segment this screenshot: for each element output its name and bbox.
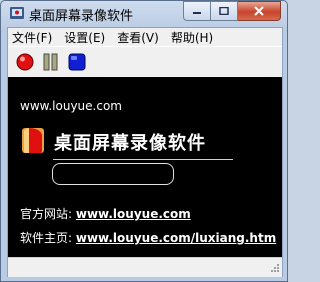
maximize-button[interactable] bbox=[211, 1, 238, 21]
official-site-row: 官方网站: www.louyue.com bbox=[20, 205, 191, 222]
app-name: 桌面屏幕录像软件 bbox=[54, 133, 206, 154]
homepage-row: 软件主页: www.louyue.com/luxiang.htm bbox=[20, 229, 276, 246]
official-site-label: 官方网站: bbox=[20, 207, 73, 221]
resize-grip-icon[interactable] bbox=[268, 263, 280, 275]
close-button[interactable] bbox=[238, 1, 281, 21]
stop-icon bbox=[68, 53, 86, 71]
minimize-icon bbox=[193, 12, 201, 14]
record-button[interactable] bbox=[14, 52, 36, 72]
menu-help[interactable]: 帮助(H) bbox=[165, 29, 219, 46]
website-text: www.louyue.com bbox=[20, 99, 122, 113]
app-window: 桌面屏幕录像软件 文件(F) 设置(E) 查看(V) 帮助(H) www.lou… bbox=[0, 0, 288, 282]
pause-icon bbox=[43, 53, 58, 71]
homepage-link[interactable]: www.louyue.com/luxiang.htm bbox=[76, 231, 276, 245]
caption-buttons bbox=[183, 1, 281, 21]
app-icon bbox=[10, 7, 24, 19]
stop-button[interactable] bbox=[66, 52, 88, 72]
official-site-link[interactable]: www.louyue.com bbox=[76, 207, 191, 221]
maximize-icon bbox=[219, 7, 229, 15]
homepage-label: 软件主页: bbox=[20, 231, 73, 245]
empty-field bbox=[52, 163, 174, 185]
logo-icon bbox=[22, 128, 44, 153]
minimize-button[interactable] bbox=[183, 1, 211, 21]
about-panel: www.louyue.com 桌面屏幕录像软件 官方网站: www.louyue… bbox=[8, 77, 282, 257]
title-bar[interactable]: 桌面屏幕录像软件 bbox=[1, 1, 287, 27]
window-title: 桌面屏幕录像软件 bbox=[29, 9, 134, 24]
menu-file[interactable]: 文件(F) bbox=[8, 29, 58, 46]
close-icon bbox=[254, 6, 264, 16]
toolbar bbox=[8, 46, 282, 77]
menu-bar: 文件(F) 设置(E) 查看(V) 帮助(H) bbox=[8, 28, 282, 46]
menu-view[interactable]: 查看(V) bbox=[111, 29, 165, 46]
status-bar bbox=[8, 257, 282, 277]
client-area: 文件(F) 设置(E) 查看(V) 帮助(H) www.louyue.com 桌… bbox=[7, 27, 283, 277]
pause-button[interactable] bbox=[40, 52, 62, 72]
record-icon bbox=[16, 53, 34, 71]
divider bbox=[53, 159, 233, 160]
menu-settings[interactable]: 设置(E) bbox=[58, 29, 111, 46]
